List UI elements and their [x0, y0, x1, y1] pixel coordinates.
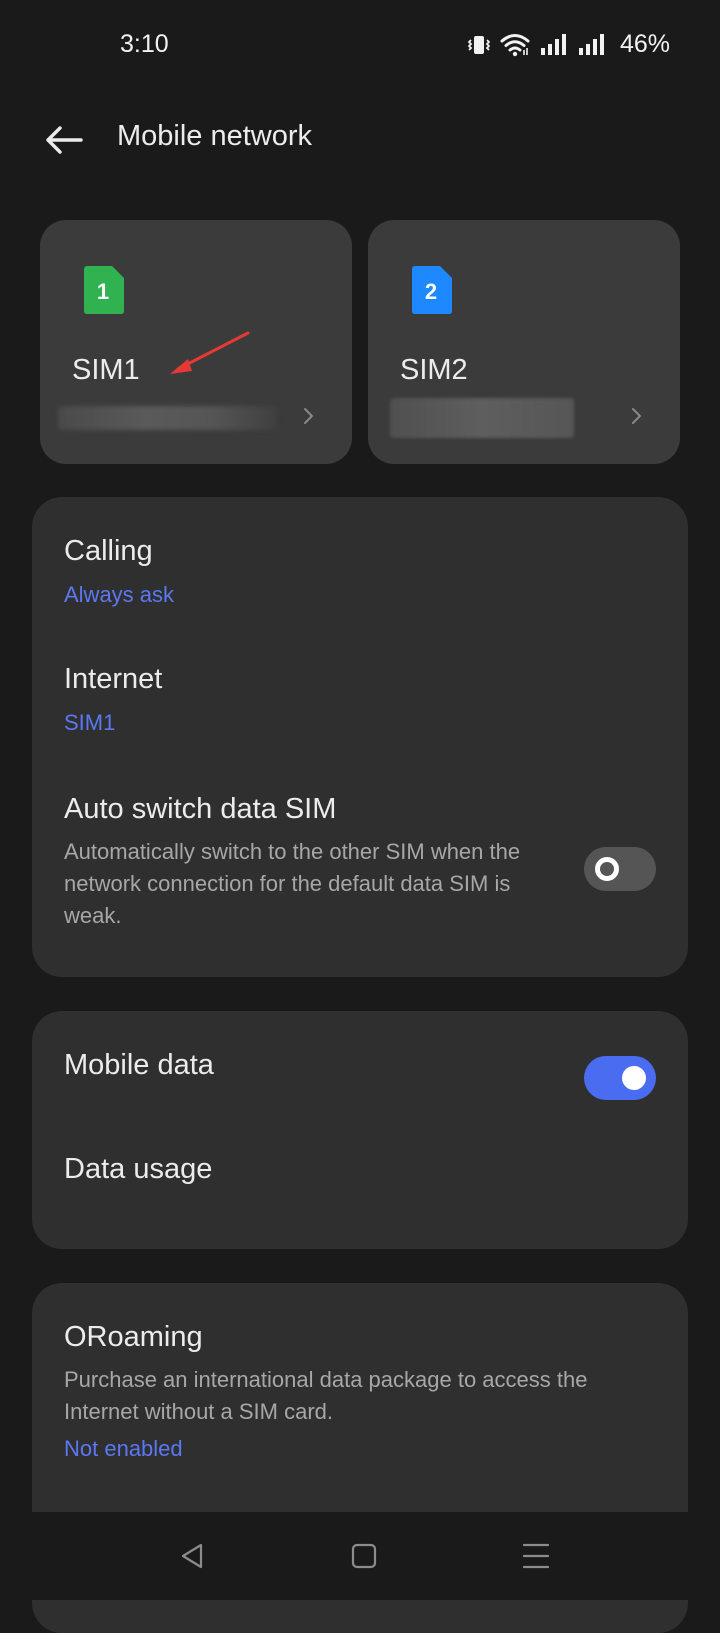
nav-home-icon — [351, 1543, 377, 1569]
mobile-data-card: Mobile data Data usage — [32, 1011, 688, 1249]
sim-preferences-card: Calling Always ask Internet SIM1 Auto sw… — [32, 497, 688, 977]
internet-value: SIM1 — [64, 710, 116, 735]
mobile-data-toggle[interactable] — [584, 1056, 656, 1100]
mobile-data-row[interactable]: Mobile data — [64, 1049, 654, 1082]
back-button[interactable] — [38, 114, 90, 166]
status-bar: 3:10 46% — [0, 0, 720, 92]
calling-row[interactable]: Calling Always ask — [64, 535, 654, 608]
nav-home-button[interactable] — [336, 1532, 392, 1580]
signal-sim2-icon — [578, 33, 606, 56]
oroaming-row[interactable]: ORoaming Purchase an international data … — [64, 1321, 654, 1462]
oroaming-value: Not enabled — [64, 1436, 183, 1461]
auto-switch-toggle[interactable] — [584, 847, 656, 891]
battery-percentage: 46% — [619, 30, 670, 58]
chevron-right-icon — [632, 408, 642, 424]
internet-title: Internet — [64, 663, 163, 695]
sim1-number-redacted — [58, 406, 278, 430]
nav-recents-button[interactable] — [508, 1532, 564, 1580]
sim2-name: SIM2 — [400, 354, 468, 386]
auto-switch-description: Automatically switch to the other SIM wh… — [64, 839, 521, 928]
chevron-right-icon — [304, 408, 314, 424]
sim2-badge-icon: 2 — [412, 266, 452, 314]
calling-value: Always ask — [64, 582, 175, 607]
nav-back-button[interactable] — [164, 1532, 220, 1580]
sim2-badge-number: 2 — [425, 279, 437, 304]
auto-switch-row[interactable]: Auto switch data SIM Automatically switc… — [64, 793, 654, 932]
nav-recents-icon — [522, 1543, 550, 1569]
page-title: Mobile network — [117, 120, 313, 152]
sim2-number-redacted — [390, 398, 574, 438]
sim1-name: SIM1 — [72, 354, 140, 386]
sim1-badge-number: 1 — [97, 279, 109, 304]
status-time: 3:10 — [120, 30, 169, 58]
oroaming-description: Purchase an international data package t… — [64, 1367, 588, 1424]
internet-row[interactable]: Internet SIM1 — [64, 663, 654, 736]
data-usage-row[interactable]: Data usage — [64, 1153, 654, 1186]
auto-switch-title: Auto switch data SIM — [64, 793, 337, 825]
toggle-knob — [595, 857, 619, 881]
back-arrow-icon — [46, 126, 83, 154]
vibrate-icon — [467, 33, 490, 57]
mobile-data-title: Mobile data — [64, 1049, 214, 1081]
toggle-knob — [622, 1066, 646, 1090]
oroaming-title: ORoaming — [64, 1321, 203, 1353]
navigation-bar — [0, 1512, 720, 1600]
sim2-card[interactable]: 2 SIM2 — [368, 220, 680, 464]
wifi-icon — [500, 33, 530, 57]
sim1-badge-icon: 1 — [84, 266, 124, 314]
signal-sim1-icon — [540, 33, 568, 56]
status-icons: 46% — [467, 30, 670, 59]
app-bar: Mobile network — [0, 92, 720, 188]
data-usage-title: Data usage — [64, 1153, 213, 1185]
nav-back-icon — [181, 1543, 203, 1569]
annotation-arrow — [170, 331, 250, 374]
calling-title: Calling — [64, 535, 153, 567]
